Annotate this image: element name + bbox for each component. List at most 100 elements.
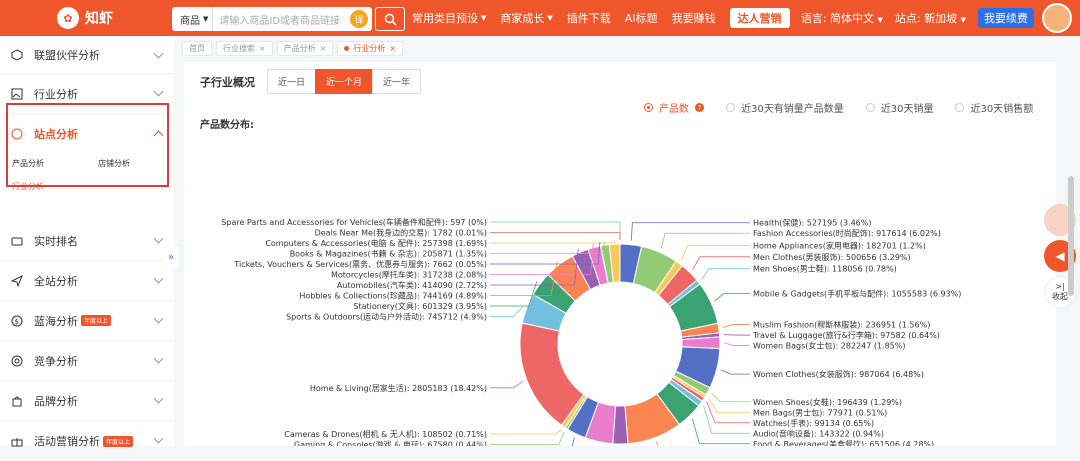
slice-label: Fashion Accessories(时尚配饰): 917614 (6.02%… xyxy=(753,228,941,238)
leader-line xyxy=(712,393,750,402)
search-scope-select[interactable]: 商品 ▼ xyxy=(172,7,213,31)
donut-chart: Health(保健): 527195 (3.46%)Fashion Access… xyxy=(184,62,1056,446)
active-dot-icon xyxy=(344,46,349,51)
leader-line xyxy=(682,246,750,261)
nav-plugin-download[interactable]: 插件下载 xyxy=(567,10,611,26)
slice-label: Automobiles(汽车类): 414090 (2.72%) xyxy=(337,280,487,290)
sidebar-item-brand[interactable]: 品牌分析 xyxy=(0,381,174,421)
leader-line xyxy=(490,381,523,387)
leader-line xyxy=(724,335,750,336)
crumb-industry-search[interactable]: 行业搜索× xyxy=(216,41,273,56)
slice-label: Motorcycles(摩托车类): 317238 (2.08%) xyxy=(331,270,487,280)
tag-badge: 年度以上 xyxy=(103,436,133,447)
cube-icon xyxy=(10,48,24,62)
slice-label: Home Appliances(家用电器): 182701 (1.2%) xyxy=(753,241,926,251)
collapse-icon: >| xyxy=(1055,282,1064,291)
chevron-down-icon: ▼ xyxy=(481,14,486,22)
slice-label: Cameras & Drones(相机 & 无人机): 108502 (0.71… xyxy=(284,429,487,439)
leader-line xyxy=(490,222,620,240)
crumb-industry-analysis[interactable]: 行业分析× xyxy=(337,41,403,56)
slice-label: Deals Near Me(我身边的交易): 1782 (0.01%) xyxy=(315,228,487,238)
highlight-box xyxy=(6,103,169,187)
target-icon xyxy=(10,354,24,368)
sidebar-item-competition[interactable]: 竞争分析 xyxy=(0,341,174,381)
top-nav: 常用类目预设▼ 商家成长▼ 插件下载 AI标题 我要赚钱 达人营销 xyxy=(412,0,790,36)
slice-label: Women Clothes(女装服饰): 987064 (6.48%) xyxy=(753,369,924,379)
crumb-home[interactable]: 首页 xyxy=(182,41,212,56)
slice-label: Muslim Fashion(穆斯林服装): 236951 (1.56%) xyxy=(753,320,930,330)
site-select[interactable]: 站点: 新加坡 ▼ xyxy=(895,10,966,26)
slice-label: Food & Beverages(美食餐饮): 651506 (4.28%) xyxy=(753,439,934,446)
nav-category-preset[interactable]: 常用类目预设▼ xyxy=(412,10,486,26)
sidebar-item-sitewide[interactable]: 全站分析 xyxy=(0,261,174,301)
search-input[interactable]: 请输入商品ID或者商品链接 xyxy=(213,12,350,27)
slice-label: Health(保健): 527195 (3.46%) xyxy=(753,218,872,228)
slice-label: Stationery(文具): 601329 (3.95%) xyxy=(353,301,487,311)
scrollbar[interactable] xyxy=(1068,176,1074,296)
expand-sidebar-icon[interactable]: » xyxy=(164,247,178,267)
close-icon[interactable]: × xyxy=(259,44,266,53)
search-button[interactable] xyxy=(375,7,405,31)
slice-label: Audio(音响设备): 143322 (0.94%) xyxy=(753,428,884,438)
chevron-down-icon xyxy=(154,87,164,97)
sidebar-item-affiliate[interactable]: 联盟伙伴分析 xyxy=(0,36,174,74)
slice-label: Spare Parts and Accessories for Vehicles… xyxy=(221,217,487,227)
leader-line xyxy=(490,307,523,317)
avatar[interactable] xyxy=(1042,3,1072,33)
search-box[interactable]: 商品 ▼ 请输入商品ID或者商品链接 译 xyxy=(172,7,372,31)
chevron-down-icon: ▼ xyxy=(547,14,552,22)
sidebar: 联盟伙伴分析 行业分析 站点分析 产品分析 店铺分析 行业分析 实时排名 全站分… xyxy=(0,36,174,446)
leader-line xyxy=(723,325,750,328)
send-icon xyxy=(10,274,24,288)
slice-label: Travel & Luggage(旅行&行李箱): 97582 (0.64%) xyxy=(752,330,940,340)
leader-line xyxy=(704,406,750,433)
slice-label: Computers & Accessories(电脑 & 配件): 257398… xyxy=(265,238,487,248)
leader-line xyxy=(490,233,620,241)
slice-label: Books & Magazines(书籍 & 杂志): 205871 (1.35… xyxy=(290,249,487,259)
leader-line xyxy=(631,223,750,241)
leader-line xyxy=(490,430,561,434)
translate-icon[interactable]: 译 xyxy=(350,10,368,28)
slice-label: Men Clothes(男装服饰): 500656 (3.29%) xyxy=(753,252,911,262)
slice-label: Gaming & Consoles(游戏 & 电玩): 67580 (0.44%… xyxy=(294,440,487,447)
close-icon[interactable]: × xyxy=(389,44,396,53)
chevron-down-icon: ▼ xyxy=(203,15,208,23)
chevron-down-icon xyxy=(154,234,164,244)
leader-line xyxy=(490,240,614,243)
nav-influencer-marketing[interactable]: 达人营销 xyxy=(730,8,790,28)
bag-icon xyxy=(10,394,24,408)
leader-line xyxy=(661,233,750,248)
svg-text:$: $ xyxy=(15,318,19,326)
tag-badge: 年度以上 xyxy=(81,315,111,326)
slice-label: Women Bags(女士包): 282247 (1.85%) xyxy=(753,341,906,351)
slice-label: Men Bags(男士包): 77971 (0.51%) xyxy=(753,407,887,417)
chevron-down-icon xyxy=(154,434,164,444)
coin-icon: $ xyxy=(10,314,24,328)
crumb-product-analysis[interactable]: 产品分析× xyxy=(277,41,334,56)
nav-earn-money[interactable]: 我要赚钱 xyxy=(672,10,716,26)
leader-line xyxy=(715,294,750,301)
ticket-icon xyxy=(10,234,24,248)
search-icon xyxy=(384,13,397,26)
close-icon[interactable]: × xyxy=(320,44,327,53)
leader-line xyxy=(724,343,750,346)
leader-line xyxy=(721,370,750,374)
slice-label: Sports & Outdoors(运动与户外活动): 745712 (4.9%… xyxy=(286,312,487,322)
right-toolbar: ◀ >|收起 xyxy=(1040,200,1080,330)
logo[interactable]: ✿ 知虾 xyxy=(0,0,170,36)
language-select[interactable]: 语言: 简体中文 ▼ xyxy=(801,10,883,26)
chevron-down-icon xyxy=(154,274,164,284)
top-right: 语言: 简体中文 ▼ 站点: 新加坡 ▼ 我要续费 xyxy=(801,0,1034,36)
slice-label: Watches(手表): 99134 (0.65%) xyxy=(753,418,874,428)
nav-merchant-growth[interactable]: 商家成长▼ xyxy=(500,10,552,26)
chevron-down-icon: ▼ xyxy=(961,16,966,24)
renew-button[interactable]: 我要续费 xyxy=(978,8,1034,28)
slice-label: Hobbies & Collections(珍藏品): 744169 (4.89… xyxy=(299,291,487,301)
sidebar-item-realtime[interactable]: 实时排名 xyxy=(0,221,174,261)
sidebar-item-blue-ocean[interactable]: $ 蓝海分析年度以上 xyxy=(0,301,174,341)
nav-ai-title[interactable]: AI标题 xyxy=(625,10,658,26)
chevron-down-icon xyxy=(154,314,164,324)
sidebar-item-campaign[interactable]: 活动营销分析年度以上 xyxy=(0,421,174,461)
logo-text: 知虾 xyxy=(85,8,113,28)
slice-label: Women Shoes(女鞋): 196439 (1.29%) xyxy=(753,397,902,407)
